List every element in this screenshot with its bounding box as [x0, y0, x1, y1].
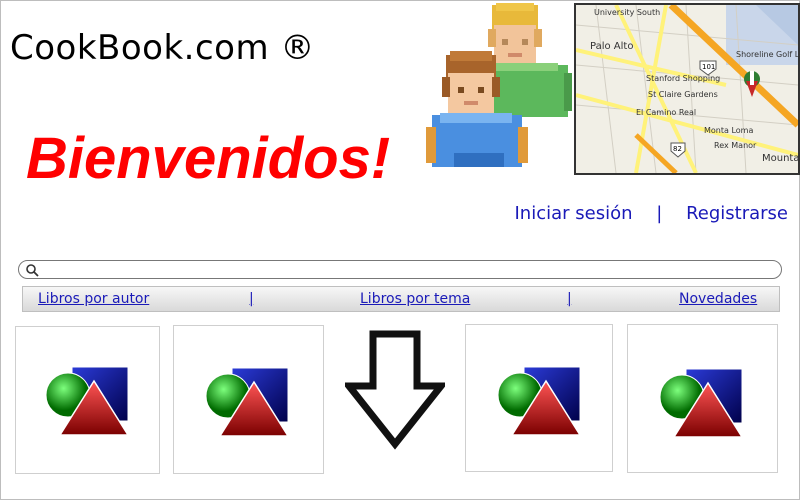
site-title: CookBook.com ® [10, 28, 315, 68]
register-link[interactable]: Registrarse [686, 203, 788, 224]
nav-novedades[interactable]: Novedades [679, 291, 757, 307]
search-input[interactable] [41, 262, 765, 279]
book-card[interactable] [173, 325, 324, 474]
nav-libros-por-tema[interactable]: Libros por tema [360, 291, 470, 307]
nav-libros-por-autor[interactable]: Libros por autor [38, 291, 149, 307]
map-label: Rex Manor [714, 141, 757, 150]
map-label: Monta Loma [704, 126, 753, 135]
shapes-icon [206, 368, 290, 437]
shapes-icon [46, 367, 130, 436]
auth-links: Iniciar sesión | Registrarse [515, 203, 789, 224]
shapes-icon [660, 369, 744, 438]
users-icon [426, 3, 572, 167]
book-card[interactable] [627, 324, 778, 473]
map-label: St Claire Gardens [648, 90, 718, 99]
welcome-heading: Bienvenidos! [26, 126, 391, 191]
auth-separator: | [656, 203, 663, 224]
map-label: Shoreline Golf Links [736, 50, 800, 59]
map-label: El Camino Real [636, 108, 696, 117]
search-bar[interactable] [18, 260, 782, 279]
book-card[interactable] [15, 326, 160, 474]
map-label: Palo Alto [590, 41, 633, 52]
nav-separator: | [567, 291, 572, 307]
magnifier-icon [26, 264, 39, 277]
map-label: University South [594, 8, 660, 17]
map-label: Mounta [762, 153, 799, 164]
svg-text:101: 101 [702, 63, 715, 71]
map-thumbnail[interactable]: University South Palo Alto Stanford Shop… [574, 3, 800, 175]
category-nav: Libros por autor | Libros por tema | Nov… [22, 286, 780, 312]
login-link[interactable]: Iniciar sesión [515, 203, 633, 224]
map-label: Stanford Shopping [646, 74, 720, 83]
svg-text:82: 82 [673, 145, 682, 153]
book-card[interactable] [465, 324, 613, 472]
shapes-icon [498, 367, 582, 436]
down-arrow-icon[interactable] [345, 330, 445, 450]
nav-separator: | [249, 291, 254, 307]
